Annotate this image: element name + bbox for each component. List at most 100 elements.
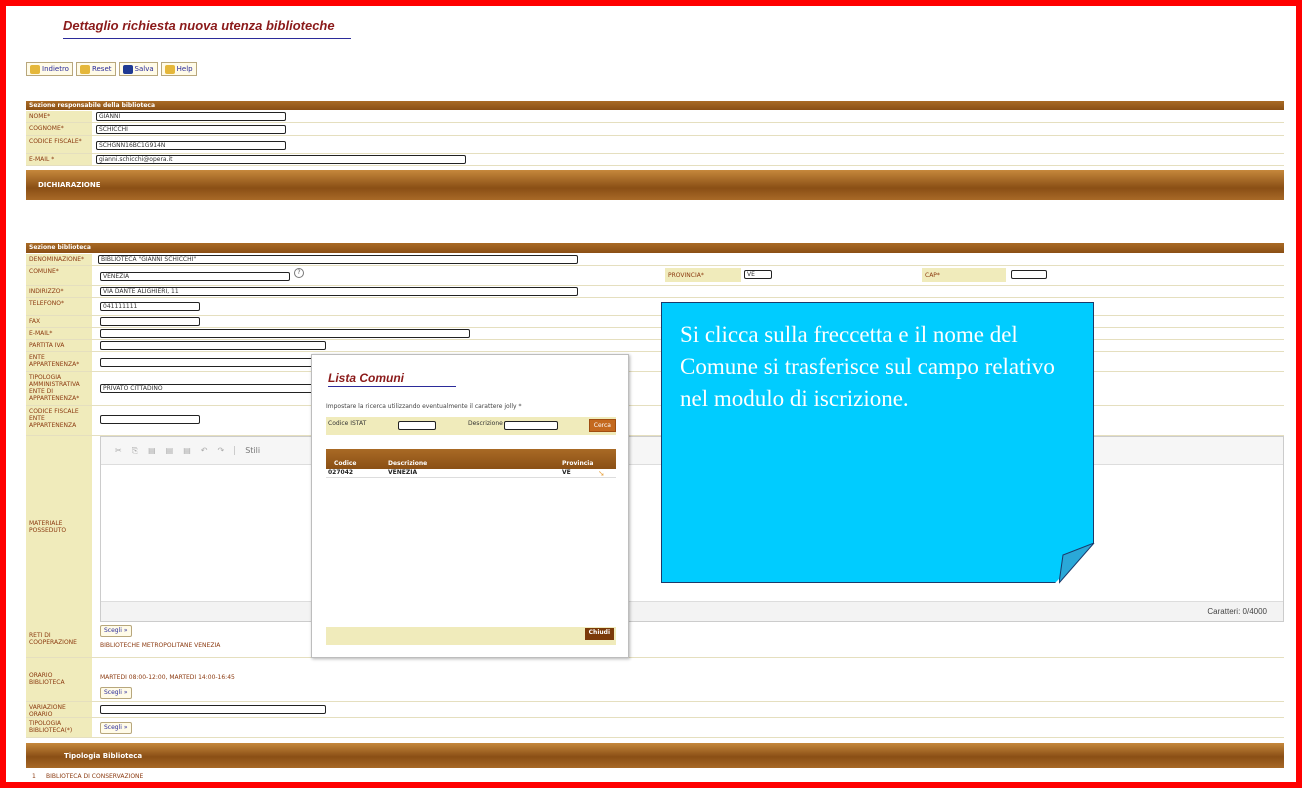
- page-title: Dettaglio richiesta nuova utenza bibliot…: [63, 18, 335, 33]
- row-fax: FAX: [26, 316, 1284, 328]
- chiudi-button[interactable]: Chiudi: [584, 628, 614, 640]
- row-cf-ente: CODICE FISCALE ENTE APPARTENENZA: [26, 406, 1284, 436]
- label-denominazione: DENOMINAZIONE*: [26, 254, 92, 265]
- cut-icon[interactable]: ✂: [115, 446, 122, 455]
- col-provincia: Provincia: [562, 460, 594, 467]
- save-label: Salva: [134, 65, 154, 73]
- select-arrow-icon[interactable]: ➘: [598, 469, 616, 478]
- label-indirizzo: INDIRIZZO*: [26, 286, 92, 297]
- row-descrizione: VENEZIA: [388, 469, 418, 476]
- highlight-frame: Dettaglio richiesta nuova utenza bibliot…: [0, 0, 1302, 788]
- cognome-input[interactable]: SCHICCHI: [96, 125, 286, 134]
- comuni-table-header: Codice Descrizione Provincia: [326, 449, 616, 469]
- row-cognome: COGNOME* SCHICCHI: [26, 123, 1284, 136]
- help-button[interactable]: Help: [160, 62, 197, 76]
- tipologia-header-label: Tipologia Biblioteca: [64, 752, 143, 760]
- reti-value: BIBLIOTECHE METROPOLITANE VENEZIA: [100, 642, 221, 649]
- row-tipologia-amministrativa: TIPOLOGIA AMMINISTRATIVA ENTE DI APPARTE…: [26, 372, 1284, 406]
- ente-input[interactable]: [100, 358, 326, 367]
- fax-input[interactable]: [100, 317, 200, 326]
- popup-title: Lista Comuni: [328, 371, 405, 385]
- row-partita-iva: PARTITA IVA: [26, 340, 1284, 352]
- popup-hint: Impostare la ricerca utilizzando eventua…: [326, 403, 522, 410]
- codice-istat-input[interactable]: [398, 421, 436, 430]
- paste-word-icon[interactable]: ▤: [183, 446, 191, 455]
- label-cf-ente: CODICE FISCALE ENTE APPARTENENZA: [26, 406, 92, 435]
- label-email-responsabile: E-MAIL *: [26, 154, 92, 165]
- paste-icon[interactable]: ▤: [148, 446, 156, 455]
- row-codice: 027042: [328, 469, 354, 476]
- callout-text: Si clicca sulla freccetta e il nome del …: [680, 322, 1055, 411]
- back-button[interactable]: Indietro: [26, 62, 73, 76]
- styles-dropdown[interactable]: Stili: [234, 446, 260, 455]
- row-reti: RETI DI COOPERAZIONE Scegli » BIBLIOTECH…: [26, 622, 1284, 658]
- label-tipologia-biblioteca: TIPOLOGIA BIBLIOTECA(*): [26, 718, 92, 737]
- row-provincia: VE: [562, 469, 571, 476]
- tipologia-scegli-button[interactable]: Scegli »: [100, 722, 132, 734]
- callout-page-curl: [1059, 543, 1095, 584]
- descrizione-input[interactable]: [504, 421, 558, 430]
- popup-footer: Chiudi: [326, 627, 616, 645]
- copy-icon[interactable]: ⎘: [132, 446, 138, 456]
- variazione-input[interactable]: [100, 705, 326, 714]
- reset-icon: [79, 64, 90, 74]
- row-telefono: TELEFONO* 041111111: [26, 298, 1284, 316]
- label-nome: NOME*: [26, 111, 92, 122]
- cf-ente-input[interactable]: [100, 415, 200, 424]
- tipologia-amministrativa-select[interactable]: PRIVATO CITTADINO: [100, 384, 326, 393]
- partita-iva-input[interactable]: [100, 341, 326, 350]
- email-biblioteca-input[interactable]: [100, 329, 470, 338]
- row-email-biblioteca: E-MAIL*: [26, 328, 1284, 340]
- tipologia-row-value: BIBLIOTECA DI CONSERVAZIONE: [46, 773, 144, 780]
- row-codice-fiscale: CODICE FISCALE* SCHGNN16BC1G914N: [26, 136, 1284, 154]
- label-materiale: MATERIALE POSSEDUTO: [26, 436, 92, 622]
- nome-input[interactable]: GIANNI: [96, 112, 286, 121]
- cap-input[interactable]: [1011, 270, 1047, 279]
- row-indirizzo: INDIRIZZO* VIA DANTE ALIGHIERI, 11: [26, 286, 1284, 298]
- floppy-icon: [122, 64, 133, 74]
- label-variazione: VARIAZIONE ORARIO: [26, 702, 92, 718]
- comune-input[interactable]: VENEZIA: [100, 272, 290, 281]
- comuni-table: Codice Descrizione Provincia 027042 VENE…: [326, 449, 616, 478]
- label-codice-fiscale: CODICE FISCALE*: [26, 136, 92, 153]
- tipologia-row-number: 1: [32, 773, 36, 780]
- undo-icon[interactable]: ↶: [201, 446, 208, 455]
- codice-fiscale-input[interactable]: SCHGNN16BC1G914N: [96, 141, 286, 150]
- question-help-icon[interactable]: ?: [294, 268, 304, 278]
- row-tipologia-biblioteca: TIPOLOGIA BIBLIOTECA(*) Scegli »: [26, 718, 1284, 738]
- back-arrow-icon: [30, 64, 40, 74]
- denominazione-input[interactable]: BIBLIOTECA "GIANNI SCHICCHI": [98, 255, 578, 264]
- label-telefono: TELEFONO*: [26, 298, 92, 315]
- indirizzo-input[interactable]: VIA DANTE ALIGHIERI, 11: [100, 287, 578, 296]
- toolbar: Indietro Reset Salva Help: [26, 62, 197, 76]
- provincia-input[interactable]: VE: [744, 270, 772, 279]
- row-variazione: VARIAZIONE ORARIO: [26, 702, 1284, 718]
- label-cognome: COGNOME*: [26, 123, 92, 135]
- label-orario: ORARIO BIBLIOTECA: [26, 658, 92, 701]
- reti-scegli-button[interactable]: Scegli »: [100, 625, 132, 637]
- row-ente: ENTE APPARTENENZA*: [26, 352, 1284, 372]
- reset-button[interactable]: Reset: [75, 62, 116, 76]
- help-label: Help: [176, 65, 193, 73]
- cerca-button[interactable]: Cerca: [588, 419, 616, 432]
- editor-footer: Caratteri: 0/4000: [101, 601, 1283, 621]
- character-counter: Caratteri: 0/4000: [1207, 607, 1267, 616]
- label-cap: CAP*: [922, 268, 1006, 282]
- label-email-biblioteca: E-MAIL*: [26, 328, 92, 339]
- orario-scegli-button[interactable]: Scegli »: [100, 687, 132, 699]
- callout-note: Si clicca sulla freccetta e il nome del …: [661, 302, 1094, 583]
- redo-icon[interactable]: ↷: [218, 446, 225, 455]
- email-responsabile-input[interactable]: gianni.schicchi@opera.it: [96, 155, 466, 164]
- section-header-biblioteca: Sezione biblioteca: [26, 243, 1284, 253]
- row-comune: COMUNE* VENEZIA ? PROVINCIA* VE CAP*: [26, 266, 1284, 286]
- telefono-input[interactable]: 041111111: [100, 302, 200, 311]
- save-button[interactable]: Salva: [118, 62, 158, 76]
- title-underline: [63, 38, 351, 39]
- descrizione-label: Descrizione: [468, 420, 503, 427]
- row-email-responsabile: E-MAIL * gianni.schicchi@opera.it: [26, 154, 1284, 166]
- tipologia-table-header: Tipologia Biblioteca: [26, 743, 1284, 768]
- row-denominazione: DENOMINAZIONE* BIBLIOTECA "GIANNI SCHICC…: [26, 254, 1284, 266]
- label-reti: RETI DI COOPERAZIONE: [26, 622, 92, 657]
- orario-value: MARTEDI 08:00-12:00, MARTEDI 14:00-16:45: [100, 674, 235, 681]
- paste-text-icon[interactable]: ▤: [166, 446, 174, 455]
